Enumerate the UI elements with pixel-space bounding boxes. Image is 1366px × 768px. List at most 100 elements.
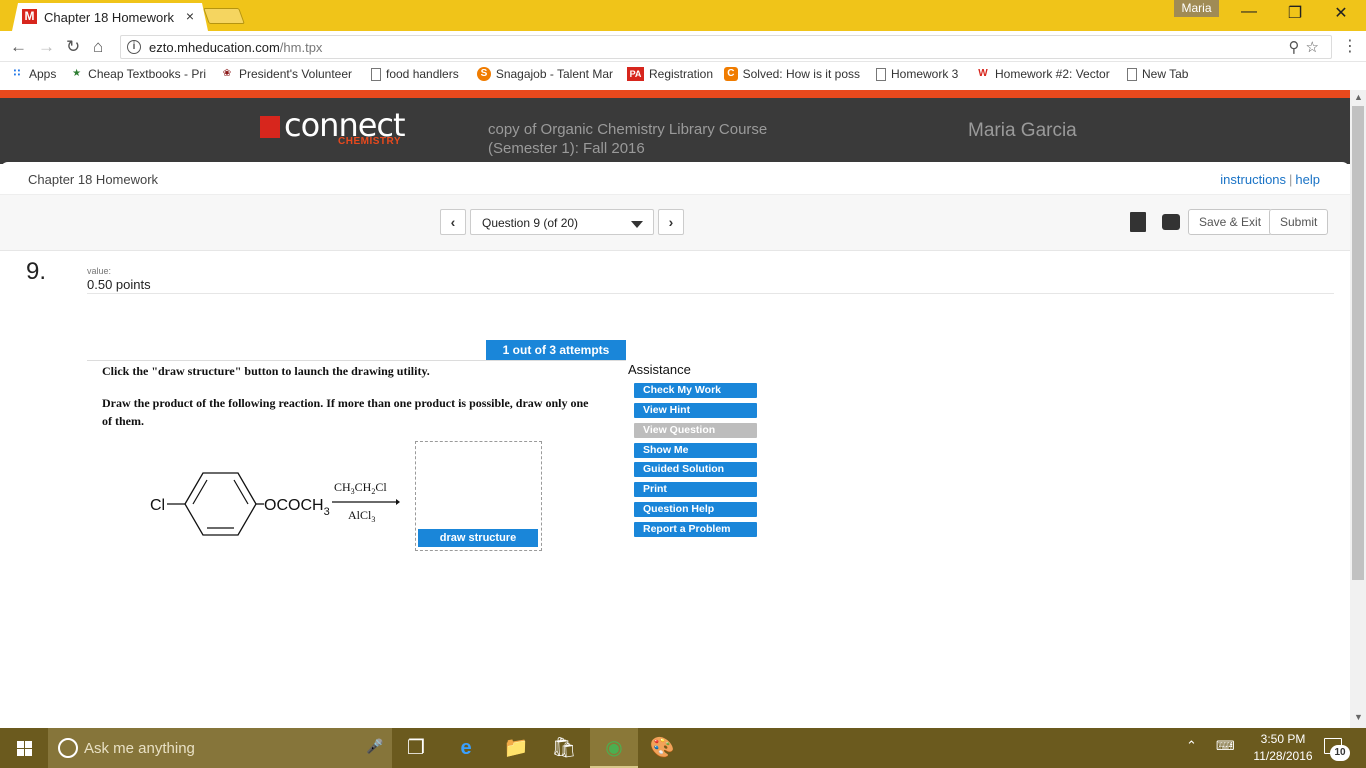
question-help-button[interactable]: Question Help [634,502,757,517]
reactant-ester-group: OCOCH3 [264,497,330,518]
address-bar[interactable]: i ezto.mheducation.com/hm.tpx ⚲☆ [120,35,1332,59]
question-select-value: Question 9 (of 20) [482,216,579,230]
logo-subject: CHEMISTRY [338,136,402,147]
ebook-icon[interactable] [1130,212,1146,232]
question-select[interactable]: Question 9 (of 20) [470,209,654,235]
assignment-page: Chapter 18 Homework instructions | help ‹ … [0,162,1350,728]
paint-app-icon[interactable]: 🎨 [638,728,686,768]
home-icon[interactable]: ⌂ [93,37,103,57]
help-link[interactable]: help [1295,172,1320,187]
question-nav-bar: ‹ Question 9 (of 20) › Save & Exit Submi… [0,194,1350,251]
bookmark-homework-3[interactable]: Homework 3 [876,67,958,81]
bookmark-snagajob[interactable]: S Snagajob - Talent Mar [477,67,613,81]
prev-question-button[interactable]: ‹ [440,209,466,235]
browser-toolbar: ← → ↻ ⌂ i ezto.mheducation.com/hm.tpx ⚲☆… [0,31,1366,62]
chegg-icon: C [724,67,738,81]
course-title: copy of Organic Chemistry Library Course… [488,120,848,158]
page-scrollbar[interactable]: ▲ ▼ [1350,90,1366,728]
site-info-icon[interactable]: i [127,40,141,54]
brand-bar [0,90,1350,98]
bookmark-label: Cheap Textbooks - Pri [88,67,206,81]
answer-drawing-area[interactable]: draw structure [415,441,542,551]
store-icon[interactable]: 🛍 [540,728,588,768]
url-text[interactable]: ezto.mheducation.com/hm.tpx [149,40,322,55]
cortana-icon [58,738,78,758]
bookmark-label: Homework #2: Vector [995,67,1110,81]
browser-titlebar: M Chapter 18 Homework × Maria — ❐ ✕ [0,0,1366,31]
bookmark-registration[interactable]: PA Registration [627,67,713,81]
windows-logo-icon [17,741,32,756]
submit-button[interactable]: Submit [1269,209,1329,235]
next-question-button[interactable]: › [658,209,684,235]
clock-time: 3:50 PM [1260,732,1306,746]
keyboard-icon[interactable]: ⌨ [1216,738,1235,754]
tab-close-icon[interactable]: × [186,8,194,24]
bookmark-homework-2-vector[interactable]: W Homework #2: Vector [976,67,1112,81]
bookmark-apps[interactable]: ∷ Apps [10,67,57,81]
draw-structure-button[interactable]: draw structure [418,529,538,547]
scroll-thumb[interactable] [1352,106,1364,580]
bookmark-food-handlers[interactable]: food handlers [371,67,459,81]
report-problem-button[interactable]: Report a Problem [634,522,757,537]
question-number: 9. [26,258,47,285]
question-prompt-line2: of them. [102,414,144,428]
cortana-search-box[interactable]: Ask me anything 🎤 [48,728,392,768]
check-my-work-button[interactable]: Check My Work [634,383,757,398]
scroll-up-icon[interactable]: ▲ [1354,92,1363,102]
chrome-menu-icon[interactable]: ⋮ [1342,36,1358,56]
bookmark-new-tab[interactable]: New Tab [1127,67,1188,81]
forward-icon[interactable]: → [38,37,55,57]
ester-subscript: 3 [324,506,330,518]
bookmark-chegg-solved[interactable]: C Solved: How is it poss [724,67,860,81]
bookmark-label: Solved: How is it poss [742,67,860,81]
system-clock[interactable]: 3:50 PM 11/28/2016 [1248,731,1318,765]
url-path: /hm.tpx [279,40,323,55]
close-window-icon[interactable]: ✕ [1318,3,1364,23]
question-points: 0.50 points [87,277,151,292]
question-prompt-line1: Draw the product of the following reacti… [102,396,589,410]
print-icon[interactable] [1162,214,1180,230]
browser-tab[interactable]: M Chapter 18 Homework × [12,3,208,31]
edge-browser-icon[interactable]: e [442,728,490,768]
restore-icon[interactable]: ❐ [1272,3,1318,23]
save-exit-button[interactable]: Save & Exit [1188,209,1273,235]
print-button[interactable]: Print [634,482,757,497]
bookmark-cheap-textbooks[interactable]: ★ Cheap Textbooks - Pri [70,67,206,81]
guided-solution-button[interactable]: Guided Solution [634,462,757,477]
course-title-line2: (Semester 1): Fall 2016 [488,140,645,157]
show-hidden-icons-icon[interactable]: ⌃ [1186,738,1197,754]
ester-text: OCOCH [264,497,324,514]
reagent-top: CH3CH2Cl [334,480,387,496]
mcgraw-hill-logo-icon [260,116,280,138]
profile-button[interactable]: Maria [1174,0,1219,17]
arrow-head [396,499,400,505]
link-separator: | [1289,172,1293,187]
zoom-icon[interactable]: ⚲ [1289,39,1306,56]
instructions-link[interactable]: instructions [1220,172,1286,187]
microphone-icon[interactable]: 🎤 [366,738,383,755]
scroll-down-icon[interactable]: ▼ [1354,712,1363,722]
back-icon[interactable]: ← [10,37,27,57]
minimize-icon[interactable]: — [1226,3,1272,21]
bookmark-star-icon[interactable]: ☆ [1306,39,1325,56]
bookmark-label: food handlers [386,67,459,81]
windows-taskbar: Ask me anything 🎤 ❐ e 📁 🛍 ◉ 🎨 ⌃ ⌨ 3:50 P… [0,728,1366,768]
pa-icon: PA [627,67,644,81]
bookmarks-bar: ∷ Apps ★ Cheap Textbooks - Pri ❀ President'… [0,63,1366,87]
textbook-icon: ★ [72,68,82,79]
reload-icon[interactable]: ↻ [66,37,80,57]
bookmark-presidents-volunteer[interactable]: ❀ President's Volunteer [220,67,356,81]
double-bond [192,479,208,505]
new-tab-button[interactable] [203,8,245,24]
start-button[interactable] [0,728,48,768]
bookmark-label: Homework 3 [891,67,959,81]
chrome-taskbar-icon[interactable]: ◉ [590,728,638,768]
show-me-button[interactable]: Show Me [634,443,757,458]
eagle-icon: ❀ [222,68,232,79]
double-bond [233,479,249,505]
view-hint-button[interactable]: View Hint [634,403,757,418]
task-view-icon[interactable]: ❐ [392,728,440,768]
webassign-icon: W [978,68,988,79]
file-explorer-icon[interactable]: 📁 [492,728,540,768]
reaction-scheme: Cl OCOCH3 CH3CH2Cl AlCl3 [150,472,400,536]
